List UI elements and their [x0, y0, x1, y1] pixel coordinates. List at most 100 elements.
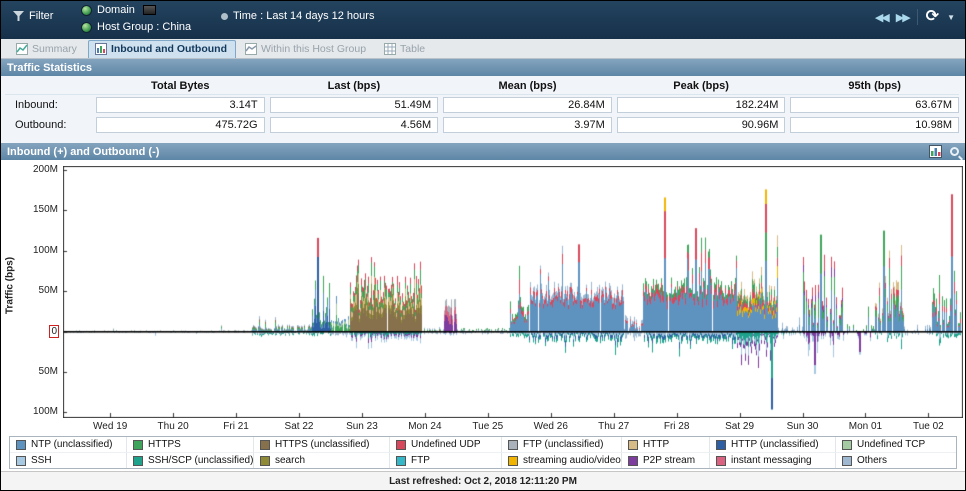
legend-swatch — [260, 439, 270, 450]
legend-item[interactable]: FTP — [390, 452, 502, 468]
stats-row-inbound: Inbound: 3.14T 51.49M 26.84M 182.24M 63.… — [5, 95, 959, 115]
refresh-button[interactable]: ⟳ — [926, 9, 939, 25]
domain-thumbnail-icon — [142, 5, 156, 15]
stats-row-outbound: Outbound: 475.72G 4.56M 3.97M 90.96M 10.… — [5, 115, 959, 135]
legend-swatch — [842, 455, 852, 466]
y-tick-label: 200M — [32, 164, 58, 176]
legend-label: HTTP (unclassified) — [731, 439, 819, 450]
legend-label: Undefined UDP — [411, 439, 481, 450]
time-icon — [221, 12, 228, 20]
x-tick-label: Sun 30 — [786, 421, 819, 432]
legend-item[interactable]: HTTPS — [127, 437, 254, 452]
toolbar-nav-cluster: ◀◀ ▶▶ ⟳ ▼ — [875, 9, 955, 25]
col-header-95th-bps: 95th (bps) — [848, 80, 901, 92]
inbound-row-label: Inbound: — [15, 99, 58, 111]
domain-control[interactable]: Domain — [81, 4, 156, 16]
tab-label: Summary — [32, 43, 77, 55]
legend-label: FTP — [411, 455, 430, 466]
legend-label: NTP (unclassified) — [31, 439, 113, 450]
tab-label: Within this Host Group — [261, 43, 367, 55]
x-tick-label: Sun 23 — [346, 421, 378, 432]
legend-label: P2P stream — [643, 455, 696, 466]
tab-label: Inbound and Outbound — [110, 43, 227, 55]
legend-swatch — [842, 439, 852, 450]
forward-button[interactable]: ▶▶ — [896, 11, 911, 24]
legend-item[interactable]: SSH — [10, 452, 127, 468]
back-button[interactable]: ◀◀ — [875, 11, 890, 24]
traffic-statistics-header: Traffic Statistics — [1, 59, 965, 76]
x-tick-label: Mon 24 — [408, 421, 442, 432]
inbound-last-bps: 51.49M — [269, 97, 439, 113]
view-tabbar: Summary Inbound and Outbound Within this… — [1, 39, 965, 59]
domain-label: Domain — [97, 4, 135, 16]
legend-item[interactable]: NTP (unclassified) — [10, 437, 127, 452]
legend-item[interactable]: Undefined UDP — [390, 437, 502, 452]
y-tick-label: 50M — [38, 285, 58, 297]
col-header-mean-bps: Mean (bps) — [498, 80, 557, 92]
legend-label: HTTPS (unclassified) — [275, 439, 370, 450]
legend-label: Undefined TCP — [857, 439, 926, 450]
host-group-control[interactable]: Host Group : China — [81, 21, 191, 33]
tab-inbound-and-outbound[interactable]: Inbound and Outbound — [87, 40, 236, 58]
traffic-chart-canvas[interactable] — [63, 166, 963, 418]
legend-item[interactable]: instant messaging — [710, 452, 836, 468]
legend-swatch — [396, 439, 406, 450]
summary-tab-icon — [16, 43, 28, 55]
x-tick-label: Fri 28 — [663, 421, 690, 432]
x-tick-label: Tue 02 — [912, 421, 944, 432]
inbound-peak-bps: 182.24M — [616, 97, 786, 113]
inbound-95th-bps: 63.67M — [790, 97, 959, 113]
legend-swatch — [508, 455, 518, 466]
refresh-dropdown-caret[interactable]: ▼ — [947, 13, 955, 22]
legend-label: Others — [857, 455, 888, 466]
chart-panel-header: Inbound (+) and Outbound (-) — [1, 143, 965, 160]
time-range-control[interactable]: Time : Last 14 days 12 hours — [221, 10, 374, 22]
tab-within-this-host-group[interactable]: Within this Host Group — [238, 40, 375, 58]
zoom-icon[interactable] — [950, 147, 959, 156]
col-header-last-bps: Last (bps) — [327, 80, 381, 92]
col-header-peak-bps: Peak (bps) — [673, 80, 729, 92]
legend-swatch — [716, 455, 726, 466]
legend-item[interactable]: Undefined TCP — [836, 437, 956, 452]
legend-label: streaming audio/video — [523, 455, 621, 466]
top-toolbar: Filter Domain Host Group : China Time : … — [1, 1, 965, 39]
legend-label: instant messaging — [731, 455, 812, 466]
chart-header-icons — [929, 145, 959, 158]
legend-swatch — [16, 439, 26, 450]
inbound-outbound-tab-icon — [94, 43, 107, 55]
y-tick-label: 50M — [38, 365, 58, 377]
tab-summary[interactable]: Summary — [9, 40, 86, 58]
traffic-chart-panel: Traffic (bps) 200M 150M 100M 50M 0 50M 100M We… — [1, 160, 965, 434]
tab-table[interactable]: Table — [377, 40, 434, 58]
legend-item[interactable]: FTP (unclassified) — [502, 437, 622, 452]
app-window: Filter Domain Host Group : China Time : … — [0, 0, 966, 491]
x-tick-label: Sat 29 — [725, 421, 755, 432]
outbound-95th-bps: 10.98M — [790, 117, 959, 133]
filter-control[interactable]: Filter — [13, 10, 53, 22]
x-tick-label: Thu 20 — [157, 421, 189, 432]
legend-item[interactable]: HTTP (unclassified) — [710, 437, 836, 452]
chart-options-icon[interactable] — [929, 145, 942, 158]
last-refreshed-text: Last refreshed: Oct 2, 2018 12:11:20 PM — [389, 475, 577, 487]
col-header-total-bytes: Total Bytes — [151, 80, 210, 92]
legend-item[interactable]: streaming audio/video — [502, 452, 622, 468]
legend-item[interactable]: HTTP — [622, 437, 710, 452]
legend-item[interactable]: SSH/SCP (unclassified) — [127, 452, 254, 468]
table-tab-icon — [384, 43, 397, 55]
outbound-total-bytes: 475.72G — [96, 117, 265, 133]
y-tick-label: 100M — [32, 406, 58, 418]
legend-item[interactable]: search — [254, 452, 390, 468]
traffic-statistics-table: Total Bytes Last (bps) Mean (bps) Peak (… — [1, 76, 965, 143]
legend-item[interactable]: HTTPS (unclassified) — [254, 437, 390, 452]
toolbar-divider — [916, 9, 918, 25]
host-group-icon — [81, 21, 92, 33]
x-tick-label: Wed 19 — [93, 421, 128, 432]
legend-item[interactable]: Others — [836, 452, 956, 468]
legend-item[interactable]: P2P stream — [622, 452, 710, 468]
legend-swatch — [133, 439, 143, 450]
legend-swatch — [508, 439, 518, 450]
chart-panel-title: Inbound (+) and Outbound (-) — [7, 145, 160, 158]
outbound-last-bps: 4.56M — [269, 117, 439, 133]
stats-header-row: Total Bytes Last (bps) Mean (bps) Peak (… — [5, 78, 959, 95]
host-group-label: Host Group : China — [97, 21, 192, 33]
